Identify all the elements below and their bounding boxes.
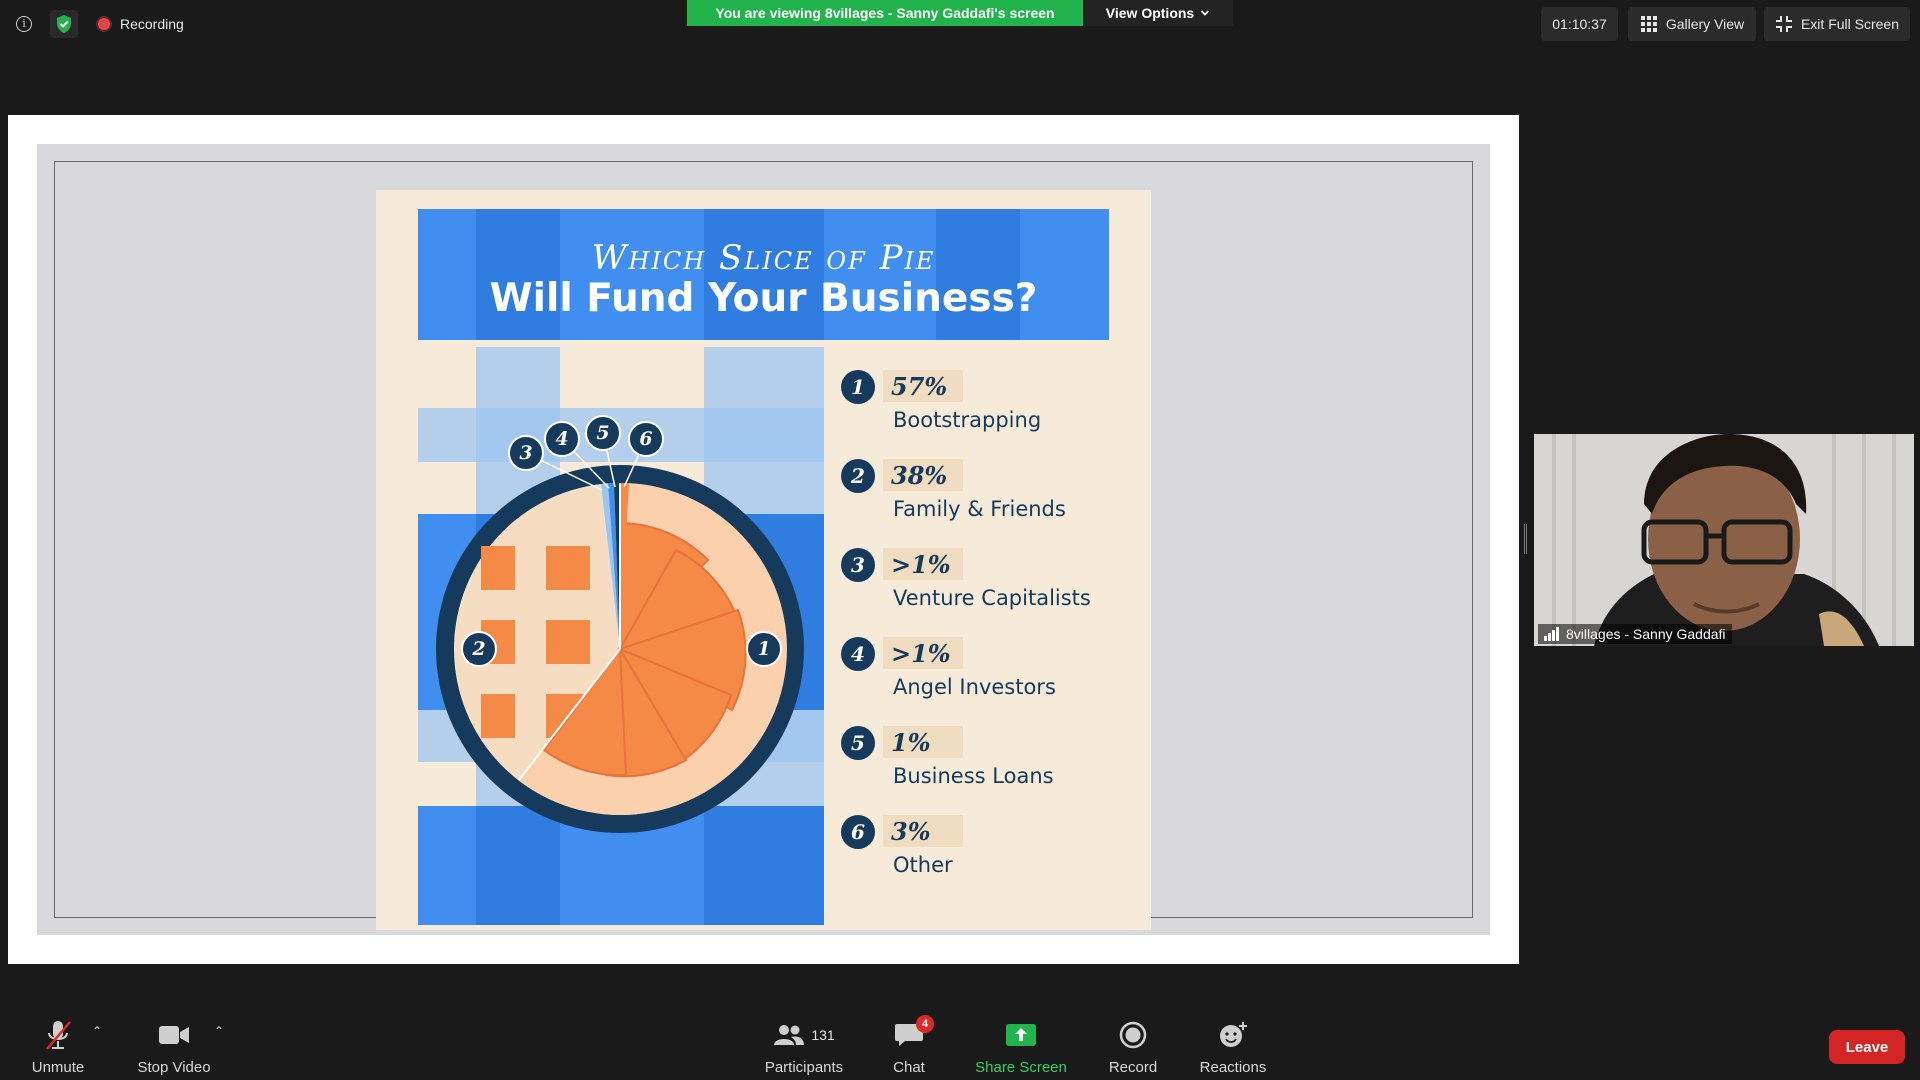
meeting-info-button[interactable]: i (12, 12, 36, 36)
legend-label: Family & Friends (893, 497, 1066, 521)
legend-label: Venture Capitalists (893, 586, 1091, 610)
record-label: Record (1108, 1059, 1158, 1076)
legend-percent: 3% (883, 815, 963, 847)
shared-screen: Which Slice of Pie Will Fund Your Busine… (8, 115, 1519, 964)
participants-count: 131 (811, 1027, 835, 1043)
legend-label: Business Loans (893, 764, 1054, 788)
participant-name: 8villages - Sanny Gaddafi (1566, 626, 1726, 642)
viewing-banner: You are viewing 8villages - Sanny Gaddaf… (687, 0, 1083, 26)
legend-label: Angel Investors (893, 675, 1056, 699)
share-screen-label: Share Screen (975, 1059, 1067, 1076)
recording-dot-icon (98, 18, 110, 30)
legend-percent: >1% (883, 548, 963, 580)
recording-indicator[interactable]: Recording (98, 14, 184, 34)
legend-percent: 57% (883, 370, 963, 402)
participant-video[interactable]: 8villages - Sanny Gaddafi (1534, 434, 1914, 646)
participant-name-tag: 8villages - Sanny Gaddafi (1538, 624, 1732, 644)
recording-label: Recording (120, 16, 184, 32)
legend-item: 1 57% Bootstrapping (841, 368, 1121, 448)
legend-number-icon: 6 (841, 815, 875, 849)
participants-button[interactable]: 131 Participants (756, 1010, 852, 1080)
legend-number-icon: 3 (841, 548, 875, 582)
reactions-icon (1220, 1022, 1247, 1047)
legend-number-icon: 4 (841, 637, 875, 671)
legend-percent: 1% (883, 726, 963, 758)
record-button[interactable]: Record (1100, 1010, 1166, 1080)
video-options-caret-icon[interactable]: ⌃ (214, 1024, 224, 1038)
participant-video-image (1534, 434, 1914, 646)
stop-video-button[interactable]: Stop Video (130, 1010, 218, 1080)
legend-item: 3 >1% Venture Capitalists (841, 546, 1121, 626)
leave-button[interactable]: Leave (1829, 1030, 1905, 1064)
exit-fullscreen-icon (1775, 16, 1792, 32)
meeting-timer: 01:10:37 (1541, 7, 1618, 41)
view-options-label: View Options (1105, 5, 1195, 21)
legend-item: 4 >1% Angel Investors (841, 635, 1121, 715)
view-options-button[interactable]: View Options (1083, 0, 1233, 26)
participants-icon (774, 1025, 805, 1045)
pie-slice-number-4: 4 (544, 421, 580, 457)
share-screen-button[interactable]: Share Screen (972, 1010, 1070, 1080)
legend-percent: 38% (883, 459, 963, 491)
audio-options-caret-icon[interactable]: ⌃ (92, 1024, 102, 1038)
pie-slice-number-2: 2 (461, 631, 497, 667)
video-camera-icon (159, 1026, 189, 1044)
gallery-view-label: Gallery View (1665, 16, 1745, 32)
legend-item: 2 38% Family & Friends (841, 457, 1121, 537)
exit-fullscreen-button[interactable]: Exit Full Screen (1764, 7, 1910, 41)
chat-label: Chat (893, 1059, 925, 1076)
infographic-title-line2: Will Fund Your Business? (489, 276, 1038, 321)
infographic: Which Slice of Pie Will Fund Your Busine… (376, 190, 1151, 930)
legend-item: 5 1% Business Loans (841, 724, 1121, 804)
unmute-button[interactable]: Unmute (22, 1010, 94, 1080)
legend-label: Bootstrapping (893, 408, 1042, 432)
pie-slice-number-1: 1 (746, 631, 782, 667)
info-icon: i (16, 16, 32, 32)
chat-button[interactable]: 4 Chat (886, 1010, 934, 1080)
signal-strength-icon (1544, 627, 1559, 641)
slide-border: Which Slice of Pie Will Fund Your Busine… (54, 161, 1473, 930)
gallery-view-button[interactable]: Gallery View (1628, 7, 1756, 41)
shield-icon (57, 15, 71, 33)
chevron-down-icon (1201, 10, 1210, 16)
infographic-title-line1: Which Slice of Pie (591, 238, 936, 278)
pie-slice-number-6: 6 (628, 421, 664, 457)
exit-fullscreen-label: Exit Full Screen (1800, 16, 1900, 32)
legend-number-icon: 2 (841, 459, 875, 493)
participants-label: Participants (764, 1059, 844, 1076)
legend-item: 6 3% Other (841, 813, 1121, 893)
microphone-muted-icon (46, 1021, 71, 1050)
slide-background: Which Slice of Pie Will Fund Your Busine… (37, 144, 1490, 935)
legend-label: Other (893, 853, 953, 877)
bottom-toolbar: Unmute ⌃ Stop Video ⌃ 131 Participants 4… (0, 1010, 1920, 1080)
stop-video-label: Stop Video (137, 1059, 211, 1076)
panel-splitter[interactable] (1524, 524, 1527, 554)
reactions-button[interactable]: Reactions (1196, 1010, 1270, 1080)
grid-icon (1640, 16, 1657, 32)
record-icon (1119, 1021, 1147, 1049)
legend-number-icon: 1 (841, 370, 875, 404)
share-screen-icon (1006, 1024, 1036, 1046)
pie-slice-number-5: 5 (585, 415, 621, 451)
legend-number-icon: 5 (841, 726, 875, 760)
reactions-label: Reactions (1199, 1059, 1267, 1076)
security-button[interactable] (50, 10, 78, 38)
chat-unread-badge: 4 (916, 1015, 934, 1033)
pie-slice-number-3: 3 (508, 435, 544, 471)
unmute-label: Unmute (31, 1059, 85, 1076)
top-bar: i Recording You are viewing 8villages - … (0, 0, 1920, 48)
legend-percent: >1% (883, 637, 963, 669)
